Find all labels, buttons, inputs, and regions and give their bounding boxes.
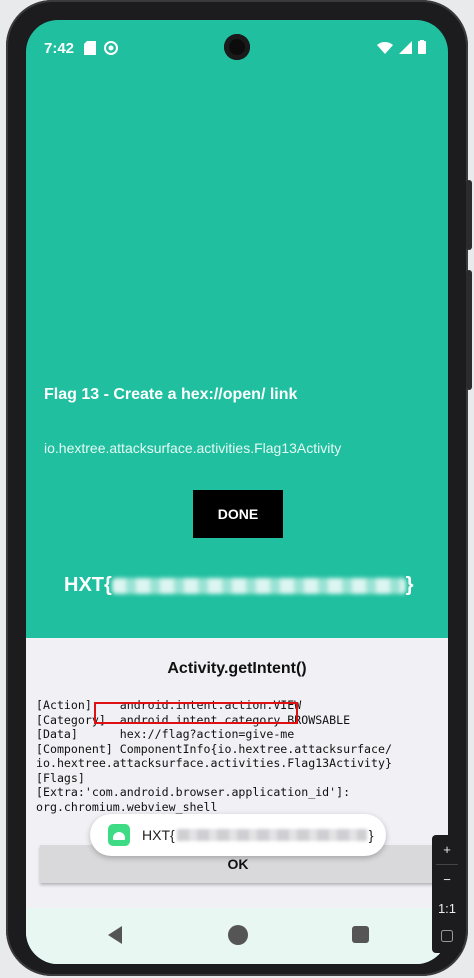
zoom-out-button[interactable]: −	[432, 865, 462, 894]
android-icon	[104, 41, 118, 55]
power-button[interactable]	[466, 180, 472, 250]
intent-extra-key-line: [Extra:'com.android.browser.application_…	[36, 785, 351, 799]
signal-icon	[399, 40, 412, 54]
navigation-bar	[26, 908, 448, 964]
intent-extra-value-line: org.chromium.webview_shell	[36, 799, 218, 814]
intent-flags-line: [Flags]	[36, 770, 85, 785]
toast-suffix: }	[368, 827, 374, 843]
sd-card-icon	[84, 41, 96, 55]
activity-class-name: io.hextree.attacksurface.activities.Flag…	[44, 440, 342, 456]
back-icon[interactable]	[108, 926, 122, 944]
app-screen: 7:42 Flag 13 - Create a hex://open/ link…	[26, 20, 448, 964]
screenshot-icon[interactable]	[432, 923, 462, 952]
done-button[interactable]: DONE	[193, 490, 283, 538]
flag-value: HXT{ }	[64, 574, 414, 597]
intent-component-class-line: io.hextree.attacksurface.activities.Flag…	[36, 756, 392, 770]
status-system-icons	[377, 40, 426, 54]
battery-icon	[418, 40, 426, 54]
flag-title: Flag 13 - Create a hex://open/ link	[44, 386, 298, 403]
intent-data-line: [Data] hex://flag?action=give-me	[36, 727, 295, 741]
recents-icon[interactable]	[352, 926, 369, 943]
zoom-ratio-button[interactable]: 1:1	[432, 894, 462, 923]
zoom-in-button[interactable]: +	[432, 835, 462, 864]
toast-redacted-blur	[176, 829, 367, 841]
status-notification-icons	[84, 41, 118, 55]
emulator-zoom-controls: + − 1:1	[432, 835, 462, 953]
flag-redacted-blur	[111, 577, 406, 594]
front-camera	[224, 34, 250, 60]
flag-prefix: HXT{	[64, 574, 112, 596]
toast-notification: HXT{ }	[90, 814, 386, 856]
home-icon[interactable]	[228, 925, 248, 945]
status-bar: 7:42	[26, 20, 448, 78]
toast-text: HXT{ }	[142, 827, 373, 843]
data-highlight-box	[94, 702, 298, 724]
wifi-icon	[377, 41, 393, 54]
toast-prefix: HXT{	[142, 827, 175, 843]
status-time: 7:42	[44, 40, 75, 57]
volume-button[interactable]	[466, 270, 472, 390]
intent-component-line: [Component] ComponentInfo{io.hextree.att…	[36, 741, 392, 756]
dialog-title: Activity.getIntent()	[167, 660, 307, 677]
flag-suffix: }	[405, 574, 414, 596]
android-app-icon	[108, 824, 130, 846]
